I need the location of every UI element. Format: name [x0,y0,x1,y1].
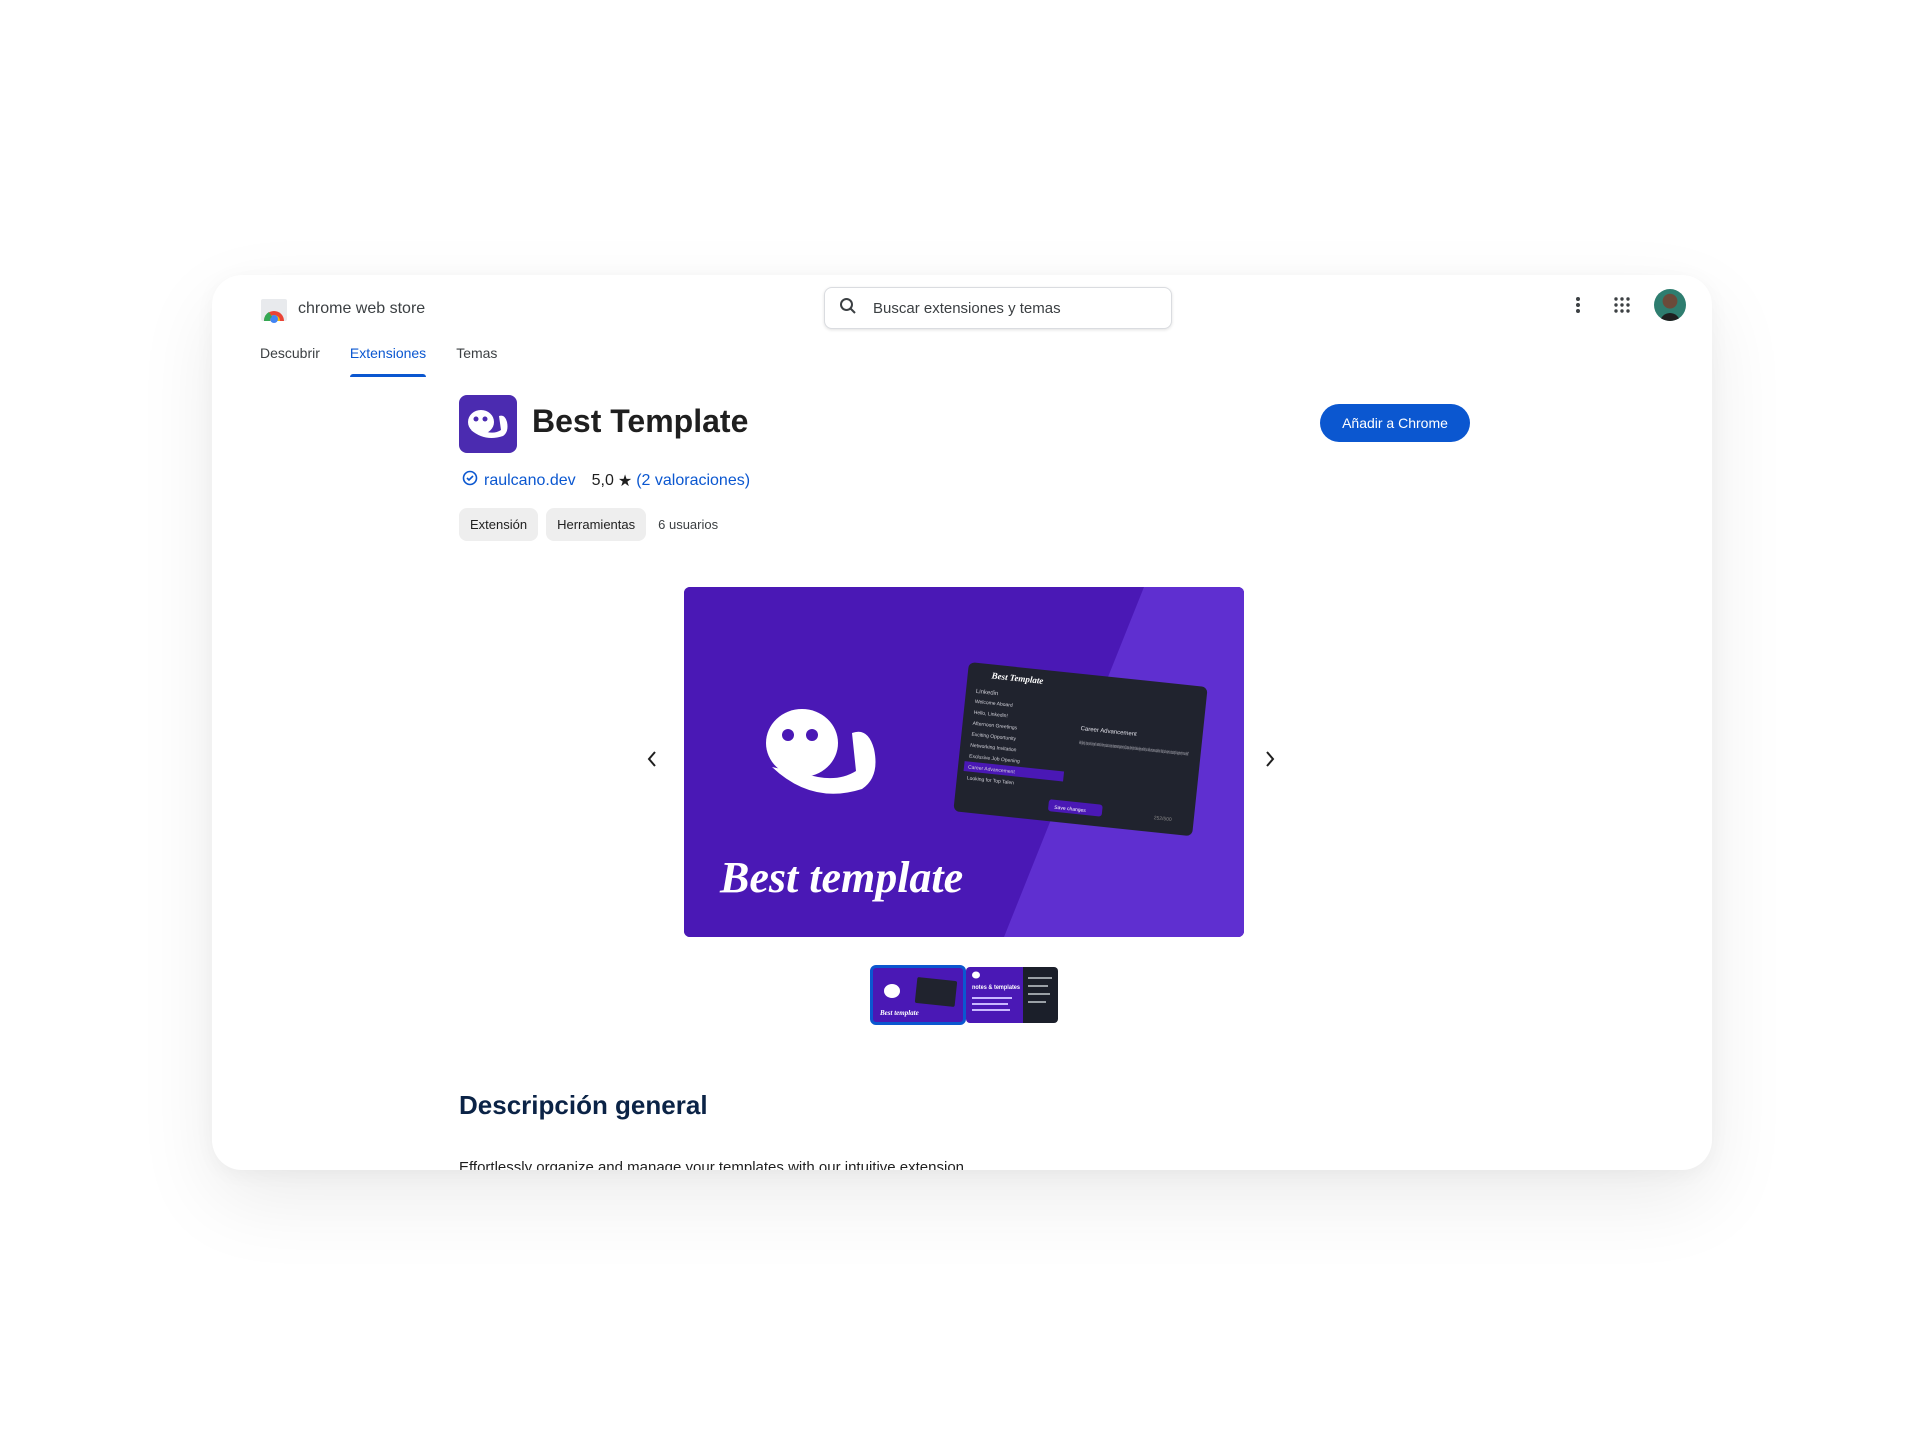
chevron-left-icon[interactable] [646,750,658,773]
user-count: 6 usuarios [658,517,719,532]
category-tabs: Descubrir Extensiones Temas [260,345,527,377]
svg-text:Best template: Best template [879,1009,919,1017]
hero-caption: Best template [719,853,963,902]
store-brand[interactable]: chrome web store [260,295,425,323]
chrome-web-store-logo-icon [260,295,288,323]
overview-text: Effortlessly organize and manage your te… [459,1159,969,1170]
header-actions [1566,289,1686,321]
add-to-chrome-button[interactable]: Añadir a Chrome [1320,404,1470,442]
hero-mockup-panel: Best Template Linkedin Welcome AboardHel… [953,662,1208,836]
browser-window: chrome web store Descubrir Extensiones T… [212,275,1712,1170]
tab-descubrir[interactable]: Descubrir [260,345,320,375]
verified-badge-icon [462,470,478,491]
store-name: chrome web store [298,300,426,317]
chip-type[interactable]: Extensión [459,508,539,541]
developer-link[interactable]: raulcano.dev [484,472,576,490]
extension-title: Best Template [532,403,749,439]
extension-chips: Extensión Herramientas 6 usuarios [459,508,718,541]
svg-text:notes & templates: notes & templates [972,985,1021,991]
chevron-right-icon[interactable] [1264,750,1276,773]
reviews-link[interactable]: 2 valoraciones [642,472,745,490]
reviews-close-paren: ) [744,471,751,489]
search-input[interactable] [871,298,1155,318]
star-icon: ★ [617,472,633,490]
extension-meta: raulcano.dev 5,0 ★ (2 valoraciones) [462,470,750,491]
user-avatar[interactable] [1654,289,1686,321]
more-options-icon[interactable] [1566,293,1590,317]
store-header: chrome web store [212,275,1712,347]
screenshot-main: Best Template Linkedin Welcome Aboard Hel… [684,587,1244,937]
rating-value: 5,0 [591,471,614,489]
thumbnail-1[interactable]: Best template [870,965,966,1025]
hero-illustration: Best Template Linkedin Welcome AboardHel… [684,587,1244,937]
tab-temas[interactable]: Temas [456,345,497,375]
extension-logo-icon [459,395,517,453]
thumbnail-2[interactable]: notes & templates [966,967,1058,1023]
overview-heading: Descripción general [459,1090,708,1120]
chip-category[interactable]: Herramientas [546,508,647,541]
search-icon [839,297,857,320]
search-box[interactable] [824,287,1172,329]
tab-extensiones[interactable]: Extensiones [349,345,427,377]
screenshot-thumbnails: Best template notes & templates [870,965,1058,1025]
apps-grid-icon[interactable] [1610,293,1634,317]
